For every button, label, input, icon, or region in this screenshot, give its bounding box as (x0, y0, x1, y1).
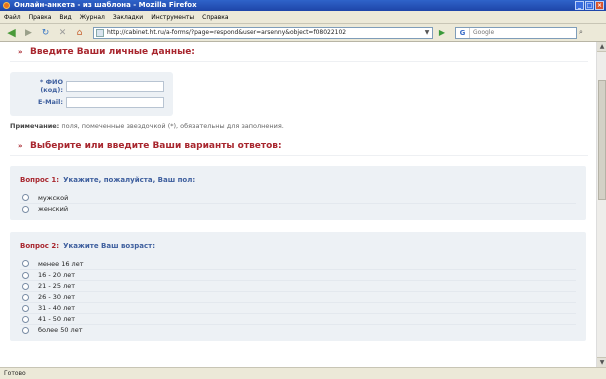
navigation-toolbar: ◀ ▶ ↻ ✕ ⌂ http://cabinet.ht.ru/a-forms/?… (0, 24, 606, 42)
radio-button[interactable] (22, 315, 29, 323)
option-label: 41 - 50 лет (38, 315, 76, 323)
scrollbar-thumb[interactable] (598, 80, 606, 200)
google-search-engine-icon[interactable]: G (456, 27, 470, 38)
option-label: 21 - 25 лет (38, 282, 76, 290)
home-icon[interactable]: ⌂ (72, 26, 87, 40)
question-2: Вопрос 2: Укажите Ваш возраст: менее 16 … (10, 232, 586, 341)
option-age-21-25[interactable]: 21 - 25 лет (20, 280, 576, 291)
option-label: 16 - 20 лет (38, 271, 76, 279)
option-age-31-40[interactable]: 31 - 40 лет (20, 302, 576, 313)
email-field[interactable] (66, 96, 164, 108)
answers-title: Выберите или введите Ваши варианты ответ… (30, 140, 282, 151)
menu-history[interactable]: Журнал (80, 14, 105, 21)
radio-button[interactable] (22, 194, 29, 201)
option-label: женский (38, 205, 69, 213)
minimize-button[interactable]: _ (575, 1, 584, 10)
radio-button[interactable] (22, 271, 29, 279)
question-options: мужской женский (20, 192, 576, 214)
option-age-under-16[interactable]: менее 16 лет (20, 258, 576, 269)
radio-button[interactable] (22, 293, 29, 301)
window-controls: _ □ × (575, 1, 604, 10)
status-bar: Готово (0, 367, 606, 379)
option-age-16-20[interactable]: 16 - 20 лет (20, 269, 576, 280)
question-options: менее 16 лет 16 - 20 лет 21 - 25 лет 26 … (20, 258, 576, 335)
option-label: мужской (38, 193, 69, 202)
question-header: Вопрос 1: Укажите, пожалуйста, Ваш пол: (20, 173, 576, 187)
close-window-button[interactable]: × (595, 1, 604, 10)
option-female[interactable]: женский (20, 203, 576, 214)
stop-icon[interactable]: ✕ (55, 26, 70, 40)
option-label: 31 - 40 лет (38, 304, 76, 312)
option-age-over-50[interactable]: более 50 лет (20, 324, 576, 335)
maximize-button[interactable]: □ (585, 1, 594, 10)
search-icon[interactable]: ⌕ (579, 28, 583, 37)
menu-edit[interactable]: Правка (29, 14, 52, 21)
question-1: Вопрос 1: Укажите, пожалуйста, Ваш пол: … (10, 166, 586, 220)
required-note: Примечание: поля, помеченные звездочкой … (10, 122, 588, 130)
history-dropdown-icon[interactable]: ▼ (422, 29, 432, 36)
menu-bookmarks[interactable]: Закладки (113, 14, 143, 21)
question-number: Вопрос 1: (20, 176, 60, 184)
status-text: Готово (4, 370, 26, 377)
personal-data-panel: * ФИО (код): E-Mail: (10, 72, 173, 116)
window-title-bar: Онлайн-анкета - из шаблона - Mozilla Fir… (0, 0, 606, 11)
site-favicon-icon (96, 28, 104, 37)
personal-data-title: Введите Ваши личные данные: (30, 46, 195, 57)
url-text[interactable]: http://cabinet.ht.ru/a-forms/?page=respo… (107, 29, 422, 36)
radio-button[interactable] (22, 304, 29, 312)
scroll-up-arrow-icon[interactable]: ▲ (597, 42, 606, 52)
address-bar[interactable]: http://cabinet.ht.ru/a-forms/?page=respo… (93, 26, 433, 39)
fio-row: * ФИО (код): (18, 78, 165, 94)
menu-help[interactable]: Справка (202, 14, 228, 21)
scroll-down-arrow-icon[interactable]: ▼ (597, 357, 606, 367)
reload-icon[interactable]: ↻ (38, 26, 53, 40)
radio-button[interactable] (22, 326, 29, 334)
option-label: более 50 лет (38, 326, 83, 334)
option-age-26-30[interactable]: 26 - 30 лет (20, 291, 576, 302)
vertical-scrollbar[interactable]: ▲ ▼ (596, 42, 606, 367)
fio-field[interactable] (66, 80, 164, 92)
radio-button[interactable] (22, 260, 29, 267)
option-male[interactable]: мужской (20, 192, 576, 203)
option-label: 26 - 30 лет (38, 293, 76, 301)
page-content: » Введите Ваши личные данные: * ФИО (код… (0, 42, 596, 367)
question-text: Укажите, пожалуйста, Ваш пол: (63, 176, 196, 184)
question-header: Вопрос 2: Укажите Ваш возраст: (20, 239, 576, 253)
search-box[interactable]: G (455, 26, 577, 39)
radio-button[interactable] (22, 205, 29, 213)
fio-label: * ФИО (код): (39, 78, 63, 94)
firefox-icon (3, 2, 10, 9)
back-arrow-icon[interactable]: ◀ (4, 26, 19, 40)
window-title: Онлайн-анкета - из шаблона - Mozilla Fir… (14, 1, 197, 9)
answers-heading: » Выберите или введите Ваши варианты отв… (10, 136, 588, 156)
menu-view[interactable]: Вид (59, 14, 71, 21)
note-label: Примечание: (10, 122, 60, 130)
option-age-41-50[interactable]: 41 - 50 лет (20, 313, 576, 324)
email-label: E-Mail: (37, 98, 63, 106)
email-row: E-Mail: (18, 94, 165, 110)
go-icon[interactable]: ▶ (435, 27, 449, 39)
menu-file[interactable]: Файл (4, 14, 21, 21)
radio-button[interactable] (22, 282, 29, 290)
forward-arrow-icon[interactable]: ▶ (21, 26, 36, 40)
double-arrow-icon: » (18, 47, 23, 56)
note-text: поля, помеченные звездочкой (*), обязате… (61, 122, 284, 130)
menu-tools[interactable]: Инструменты (151, 14, 194, 21)
double-arrow-icon: » (18, 141, 23, 150)
option-label: менее 16 лет (38, 259, 84, 268)
question-text: Укажите Ваш возраст: (63, 242, 156, 250)
question-number: Вопрос 2: (20, 242, 60, 250)
menu-bar: Файл Правка Вид Журнал Закладки Инструме… (0, 11, 606, 24)
search-input[interactable] (473, 29, 563, 36)
personal-data-heading: » Введите Ваши личные данные: (10, 42, 588, 62)
